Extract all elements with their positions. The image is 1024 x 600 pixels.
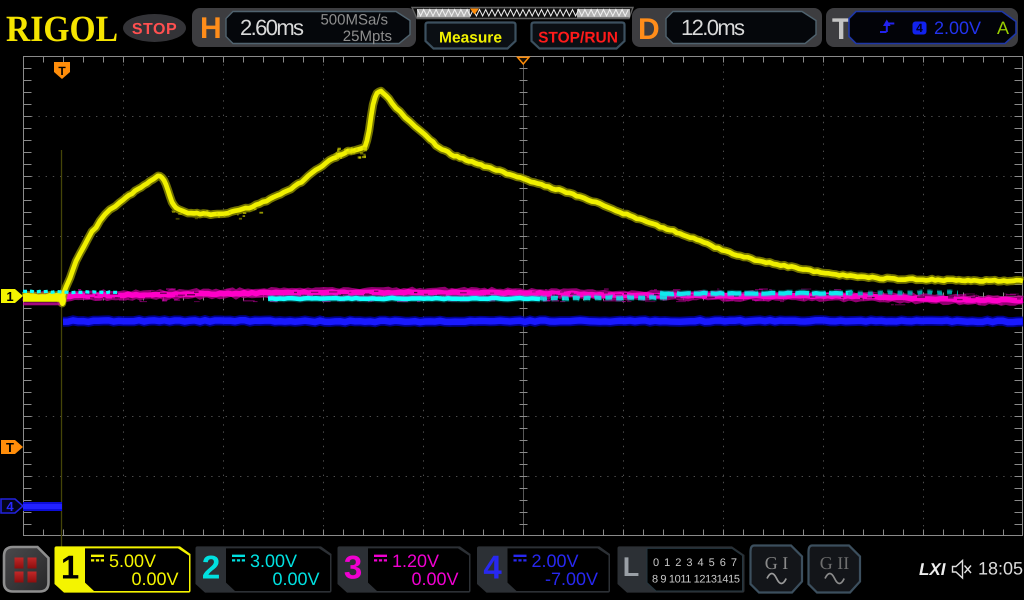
svg-text:T: T	[58, 64, 66, 78]
svg-text:500MSa/s: 500MSa/s	[320, 12, 388, 29]
svg-text:2.00V: 2.00V	[934, 18, 981, 38]
svg-text:3.00V: 3.00V	[250, 551, 297, 571]
svg-text:12.0ms: 12.0ms	[681, 15, 745, 40]
svg-text:1.20V: 1.20V	[392, 551, 439, 571]
svg-text:25Mpts: 25Mpts	[343, 28, 392, 45]
svg-text:4: 4	[6, 499, 14, 514]
svg-text:2: 2	[202, 549, 220, 586]
svg-text:Measure: Measure	[439, 30, 502, 47]
svg-text:LXI: LXI	[919, 560, 947, 579]
svg-text:2.60ms: 2.60ms	[240, 15, 304, 40]
svg-text:G II: G II	[820, 553, 850, 573]
svg-text:3: 3	[344, 549, 362, 586]
svg-text:4: 4	[483, 549, 502, 586]
svg-text:L: L	[623, 552, 640, 582]
svg-text:D: D	[638, 13, 660, 46]
svg-text:G I: G I	[765, 553, 789, 573]
svg-text:1: 1	[61, 549, 79, 586]
svg-text:0.00V: 0.00V	[272, 569, 319, 589]
svg-text:STOP/RUN: STOP/RUN	[538, 30, 618, 47]
svg-text:T: T	[832, 13, 850, 46]
svg-text:4: 4	[916, 21, 923, 35]
svg-text:5.00V: 5.00V	[109, 551, 156, 571]
svg-text:0 1 2 3 4 5 6 7: 0 1 2 3 4 5 6 7	[653, 557, 737, 569]
svg-text:RIGOL: RIGOL	[6, 9, 118, 50]
svg-text:18:05: 18:05	[978, 559, 1023, 579]
svg-text:STOP: STOP	[132, 21, 177, 38]
svg-text:2.00V: 2.00V	[532, 551, 579, 571]
svg-text:8 9 1011 12131415: 8 9 1011 12131415	[652, 574, 740, 586]
svg-text:1: 1	[6, 289, 13, 304]
svg-text:T: T	[6, 440, 14, 455]
svg-text:-7.00V: -7.00V	[545, 569, 598, 589]
svg-text:H: H	[200, 12, 222, 45]
svg-text:0.00V: 0.00V	[131, 569, 178, 589]
svg-text:0.00V: 0.00V	[411, 569, 458, 589]
svg-text:A: A	[997, 18, 1009, 38]
